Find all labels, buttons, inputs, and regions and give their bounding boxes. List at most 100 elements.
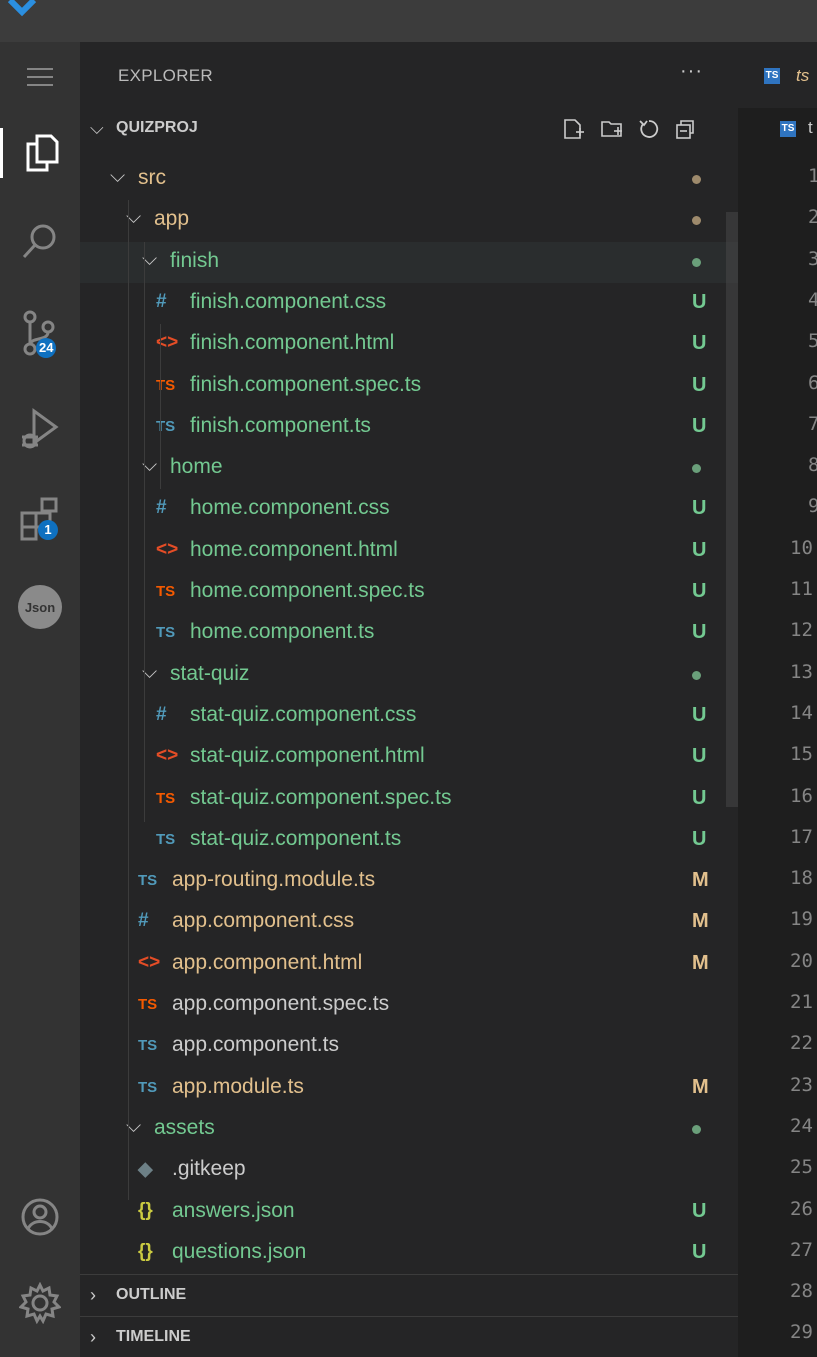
section-timeline[interactable]: › TIMELINE [80, 1316, 738, 1357]
file-row[interactable]: <> home.component.html U [80, 531, 738, 572]
file-row[interactable]: TS home.component.ts U [80, 613, 738, 654]
indent-guide [160, 324, 161, 489]
ts-file-icon: TS [138, 1037, 158, 1055]
git-status-badge: M [692, 951, 709, 974]
file-row[interactable]: TS app.component.ts [80, 1026, 738, 1067]
git-status-badge: U [692, 827, 707, 850]
editor-tab[interactable]: TS ts [738, 42, 817, 108]
settings-gear-icon[interactable] [0, 1278, 80, 1328]
refresh-icon[interactable] [638, 118, 660, 140]
git-status-badge: U [692, 373, 707, 396]
folder-row[interactable]: ⌵ assets [80, 1109, 738, 1150]
git-status-dot [692, 257, 701, 267]
new-file-icon[interactable] [562, 118, 584, 140]
json-extension-icon[interactable]: Json [0, 582, 80, 632]
section-label: TIMELINE [116, 1328, 191, 1345]
file-row[interactable]: # finish.component.css U [80, 283, 738, 324]
git-status-badge: U [692, 290, 707, 313]
line-number: 10 [790, 536, 813, 559]
editor-tab-label: ts [796, 66, 810, 85]
line-number: 3 [808, 247, 817, 270]
file-row[interactable]: {} questions.json U [80, 1233, 738, 1274]
line-number: 19 [790, 908, 813, 931]
file-row[interactable]: <> app.component.html M [80, 944, 738, 985]
section-outline[interactable]: › OUTLINE [80, 1274, 738, 1316]
chevron-down-icon: ⌵ [110, 165, 126, 187]
extensions-icon[interactable]: 1 [0, 490, 80, 548]
html-file-icon: <> [138, 951, 161, 973]
line-number: 8 [808, 454, 817, 477]
menu-icon[interactable] [0, 62, 80, 92]
ts-file-icon: TS [156, 830, 176, 848]
editor-area: TS ts TS t 1 2 3 4 5 6 7 8 9 10 11 12 13 14 15 16 17 18 19… [738, 42, 817, 1357]
file-name: home.component.css [190, 496, 390, 520]
project-header[interactable]: ⌵ QUIZPROJ [80, 108, 738, 149]
indent-guide [128, 200, 129, 1200]
html-file-icon: <> [156, 538, 179, 560]
folder-name: assets [154, 1115, 215, 1139]
folder-row[interactable]: ⌵ home [80, 448, 738, 489]
file-name: stat-quiz.component.spec.ts [190, 785, 452, 809]
file-row[interactable]: <> stat-quiz.component.html U [80, 737, 738, 778]
file-row[interactable]: # stat-quiz.component.css U [80, 696, 738, 737]
line-number: 6 [808, 371, 817, 394]
new-folder-icon[interactable] [600, 118, 624, 140]
git-status-badge: M [692, 910, 709, 933]
source-control-icon[interactable]: 24 [0, 304, 80, 364]
explorer-icon[interactable] [0, 128, 80, 178]
line-number: 5 [808, 330, 817, 353]
file-row[interactable]: TS app.component.spec.ts [80, 985, 738, 1026]
file-row[interactable]: TS stat-quiz.component.ts U [80, 820, 738, 861]
title-bar [0, 0, 817, 42]
file-row[interactable]: # home.component.css U [80, 489, 738, 530]
project-name: QUIZPROJ [116, 119, 198, 136]
css-file-icon: # [156, 703, 167, 725]
spec-file-icon: TS [156, 789, 176, 807]
css-file-icon: # [156, 290, 167, 312]
git-status-dot [692, 670, 701, 680]
git-status-badge: U [692, 538, 707, 561]
git-status-badge: U [692, 332, 707, 355]
file-row[interactable]: TS app.module.ts M [80, 1068, 738, 1109]
explorer-title: EXPLORER [118, 66, 213, 85]
ts-file-icon: TS [138, 872, 158, 890]
folder-row[interactable]: ⌵ app [80, 200, 738, 241]
file-name: app.module.ts [172, 1074, 304, 1098]
line-number: 1 [808, 165, 817, 187]
file-name: questions.json [172, 1239, 307, 1263]
git-status-badge: M [692, 1075, 709, 1098]
folder-row[interactable]: ⌵ stat-quiz [80, 655, 738, 696]
line-number: 24 [790, 1114, 813, 1137]
git-status-badge: U [692, 1240, 707, 1263]
spec-file-icon: TS [156, 583, 176, 600]
explorer-sidebar: EXPLORER ··· ⌵ QUIZPROJ ⌵ src ⌵ app ⌵ finish #… [80, 42, 738, 1357]
accounts-icon[interactable] [0, 1192, 80, 1242]
file-row[interactable]: TS finish.component.ts U [80, 407, 738, 448]
folder-row[interactable]: ⌵ src [80, 159, 738, 200]
explorer-header: EXPLORER ··· [80, 42, 738, 108]
folder-name: src [138, 166, 166, 189]
file-row[interactable]: TS stat-quiz.component.spec.ts U [80, 779, 738, 820]
file-row[interactable]: <> finish.component.html U [80, 324, 738, 365]
file-row[interactable]: TS finish.component.spec.ts U [80, 366, 738, 407]
search-icon[interactable] [0, 216, 80, 266]
collapse-all-icon[interactable] [674, 118, 696, 140]
git-status-dot [692, 175, 701, 184]
chevron-right-icon: › [90, 1327, 96, 1347]
css-file-icon: # [156, 497, 167, 519]
file-name: app-routing.module.ts [172, 868, 376, 892]
git-status-badge: U [692, 497, 707, 520]
file-row[interactable]: {} answers.json U [80, 1192, 738, 1233]
file-row[interactable]: TS home.component.spec.ts U [80, 572, 738, 613]
run-debug-icon[interactable] [0, 402, 80, 456]
file-row[interactable]: TS app-routing.module.ts M [80, 861, 738, 902]
file-row[interactable]: ◆ .gitkeep [80, 1150, 738, 1191]
file-row[interactable]: # app.component.css M [80, 902, 738, 943]
css-file-icon: # [138, 910, 149, 932]
more-actions-icon[interactable]: ··· [680, 60, 703, 83]
spec-file-icon: TS [138, 996, 158, 1013]
folder-row[interactable]: ⌵ finish [80, 241, 738, 283]
tree-scrollbar[interactable] [726, 212, 738, 807]
file-tree: ⌵ src ⌵ app ⌵ finish # finish.component.css U <> f… [80, 159, 738, 1287]
git-status-badge: U [692, 745, 707, 768]
